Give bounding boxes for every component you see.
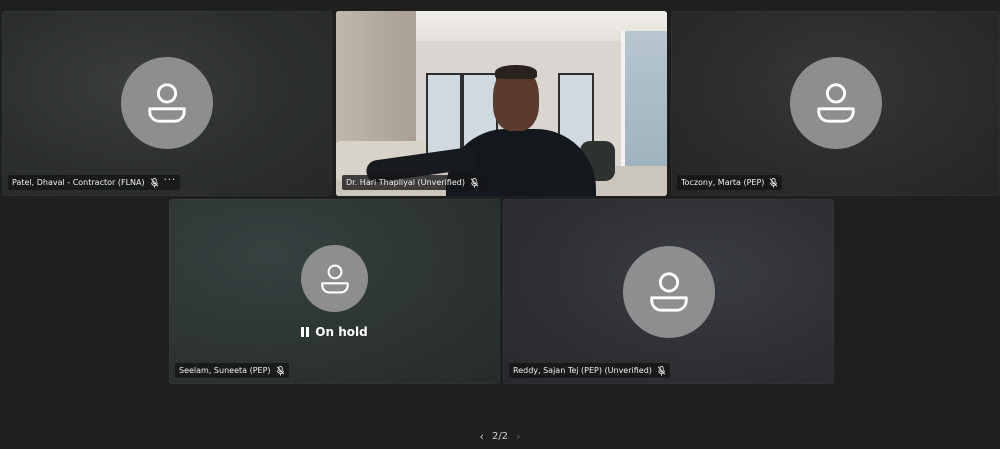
participant-tile[interactable]: Patel, Dhaval - Contractor (FLNA) ··· — [2, 11, 332, 196]
participant-nameplate: Toczony, Marta (PEP) — [677, 175, 783, 190]
participant-tile[interactable]: Reddy, Sajan Tej (PEP) (Unverified) — [503, 199, 834, 384]
chevron-right-icon[interactable]: › — [516, 430, 520, 443]
person-icon — [817, 83, 855, 123]
person-icon — [650, 272, 688, 312]
participant-tile[interactable]: On hold Seelam, Suneeta (PEP) — [169, 199, 500, 384]
chevron-left-icon[interactable]: ‹ — [480, 430, 484, 443]
participant-tile[interactable]: Toczony, Marta (PEP) — [671, 11, 1000, 196]
mic-off-icon — [470, 177, 479, 188]
mic-off-icon — [150, 177, 158, 188]
page-indicator: 2/2 — [491, 431, 509, 442]
participant-nameplate: Seelam, Suneeta (PEP) — [175, 363, 289, 378]
avatar — [301, 245, 368, 312]
gallery-pager: ‹ 2/2 › — [0, 430, 1000, 443]
more-options-icon[interactable]: ··· — [164, 176, 177, 186]
person-icon — [148, 83, 186, 123]
video-feed — [336, 11, 667, 196]
mic-off-icon — [657, 365, 666, 376]
participant-nameplate: Patel, Dhaval - Contractor (FLNA) ··· — [8, 175, 181, 190]
avatar — [623, 246, 715, 338]
participant-tile-video[interactable]: Dr. Hari Thapliyal (Unverified) — [336, 11, 667, 196]
mic-off-icon — [770, 177, 778, 188]
mic-off-icon — [276, 365, 284, 376]
pause-icon — [301, 327, 310, 337]
person-icon — [320, 263, 349, 294]
participant-name: Patel, Dhaval - Contractor (FLNA) — [12, 178, 145, 187]
on-hold-status: On hold — [169, 325, 500, 339]
meeting-gallery: Patel, Dhaval - Contractor (FLNA) ··· Dr… — [0, 0, 1000, 449]
avatar — [790, 57, 882, 149]
participant-name: Seelam, Suneeta (PEP) — [179, 366, 271, 375]
participant-nameplate: Dr. Hari Thapliyal (Unverified) — [342, 175, 483, 190]
avatar — [121, 57, 213, 149]
participant-nameplate: Reddy, Sajan Tej (PEP) (Unverified) — [509, 363, 670, 378]
participant-name: Reddy, Sajan Tej (PEP) (Unverified) — [513, 366, 652, 375]
participant-name: Toczony, Marta (PEP) — [681, 178, 765, 187]
on-hold-label: On hold — [315, 325, 368, 339]
participant-name: Dr. Hari Thapliyal (Unverified) — [346, 178, 465, 187]
